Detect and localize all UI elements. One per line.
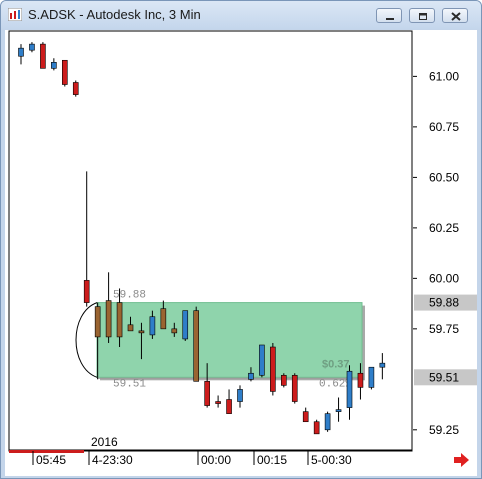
candle xyxy=(61,59,68,87)
candle-body xyxy=(29,43,35,51)
candle-body xyxy=(280,374,287,386)
candle-body xyxy=(226,399,232,414)
candle-body xyxy=(105,300,112,338)
candle xyxy=(182,310,189,341)
price-tag-upper: 59.88 xyxy=(429,296,459,310)
candle xyxy=(324,411,331,432)
candle-body xyxy=(116,302,123,338)
x-tick-label: 05:45 xyxy=(36,453,66,467)
candle xyxy=(72,80,79,97)
chart-area[interactable]: 61.00 60.75 60.50 60.25 60.00 59.75 59.25 59.8… xyxy=(5,30,477,476)
restore-icon xyxy=(419,13,427,20)
date-label: 2016 xyxy=(91,435,118,449)
title-bar[interactable]: S.ADSK - Autodesk Inc, 3 Min xyxy=(1,1,481,29)
candle-body xyxy=(259,344,265,376)
candle-body xyxy=(346,370,353,408)
candle xyxy=(280,373,287,388)
candle-body xyxy=(324,413,331,431)
candle-body xyxy=(83,280,90,303)
y-tick-label: 60.75 xyxy=(429,120,459,134)
candle-body xyxy=(193,310,199,382)
candle xyxy=(270,342,276,396)
candle xyxy=(259,344,265,378)
candle-body xyxy=(160,308,167,330)
zone-top-label: 59.88 xyxy=(113,290,146,302)
candle-body xyxy=(248,372,254,380)
candle-body xyxy=(335,409,342,412)
candle-body xyxy=(72,82,79,95)
candle-body xyxy=(40,43,46,69)
candle xyxy=(368,366,375,390)
candle-body xyxy=(237,389,243,402)
candle-body xyxy=(94,306,101,338)
candle-body xyxy=(204,381,210,406)
zone-bottom-label: 59.51 xyxy=(113,378,146,390)
x-tick-label: 00:00 xyxy=(201,453,231,467)
chart-window: S.ADSK - Autodesk Inc, 3 Min 61.00 60.75 6… xyxy=(0,0,482,479)
candle-body xyxy=(182,310,189,340)
candle-body xyxy=(313,421,320,435)
y-tick-label: 61.00 xyxy=(429,69,459,83)
candle-body xyxy=(171,328,178,334)
zone-change-label: $0.37 xyxy=(322,358,350,370)
candle xyxy=(291,373,298,404)
candle xyxy=(40,42,46,69)
candle-body xyxy=(302,411,309,423)
y-tick-label: 60.25 xyxy=(429,221,459,235)
price-tag-lower: 59.51 xyxy=(429,370,459,384)
scroll-right-arrow-icon[interactable] xyxy=(454,453,469,467)
price-axis[interactable] xyxy=(413,31,477,451)
y-tick-label: 59.75 xyxy=(429,322,459,336)
restore-button[interactable] xyxy=(409,8,435,23)
minimize-button[interactable] xyxy=(376,8,402,23)
x-tick-label: 00:15 xyxy=(257,453,287,467)
candle-body xyxy=(51,61,57,69)
candle-body xyxy=(291,374,298,402)
close-button[interactable] xyxy=(442,8,468,23)
candle-body xyxy=(127,324,134,332)
candle-body xyxy=(379,362,386,368)
minimize-icon xyxy=(386,18,394,20)
candle-body xyxy=(138,330,145,334)
y-tick-label: 60.50 xyxy=(429,170,459,184)
candle xyxy=(193,306,199,382)
candle-body xyxy=(215,401,221,404)
x-tick-label: 4-23:30 xyxy=(92,453,133,467)
candle-body xyxy=(357,372,364,388)
candle-body xyxy=(61,59,68,85)
x-tick-label: 5-00:30 xyxy=(311,453,352,467)
y-tick-label: 60.00 xyxy=(429,271,459,285)
x-axis-ticks: 05:45 4-23:30 00:00 00:15 5-00:30 xyxy=(32,451,352,467)
window-title: S.ADSK - Autodesk Inc, 3 Min xyxy=(28,7,201,22)
candle-body xyxy=(149,316,156,336)
candle-body xyxy=(270,346,276,392)
chart-app-icon xyxy=(8,8,22,21)
close-icon xyxy=(451,12,461,21)
candle xyxy=(313,419,320,435)
y-tick-label: 59.25 xyxy=(429,423,459,437)
candle-body xyxy=(18,47,24,57)
candlestick-chart[interactable]: 61.00 60.75 60.50 60.25 60.00 59.75 59.25 59.8… xyxy=(5,30,477,476)
candle-body xyxy=(368,366,375,388)
